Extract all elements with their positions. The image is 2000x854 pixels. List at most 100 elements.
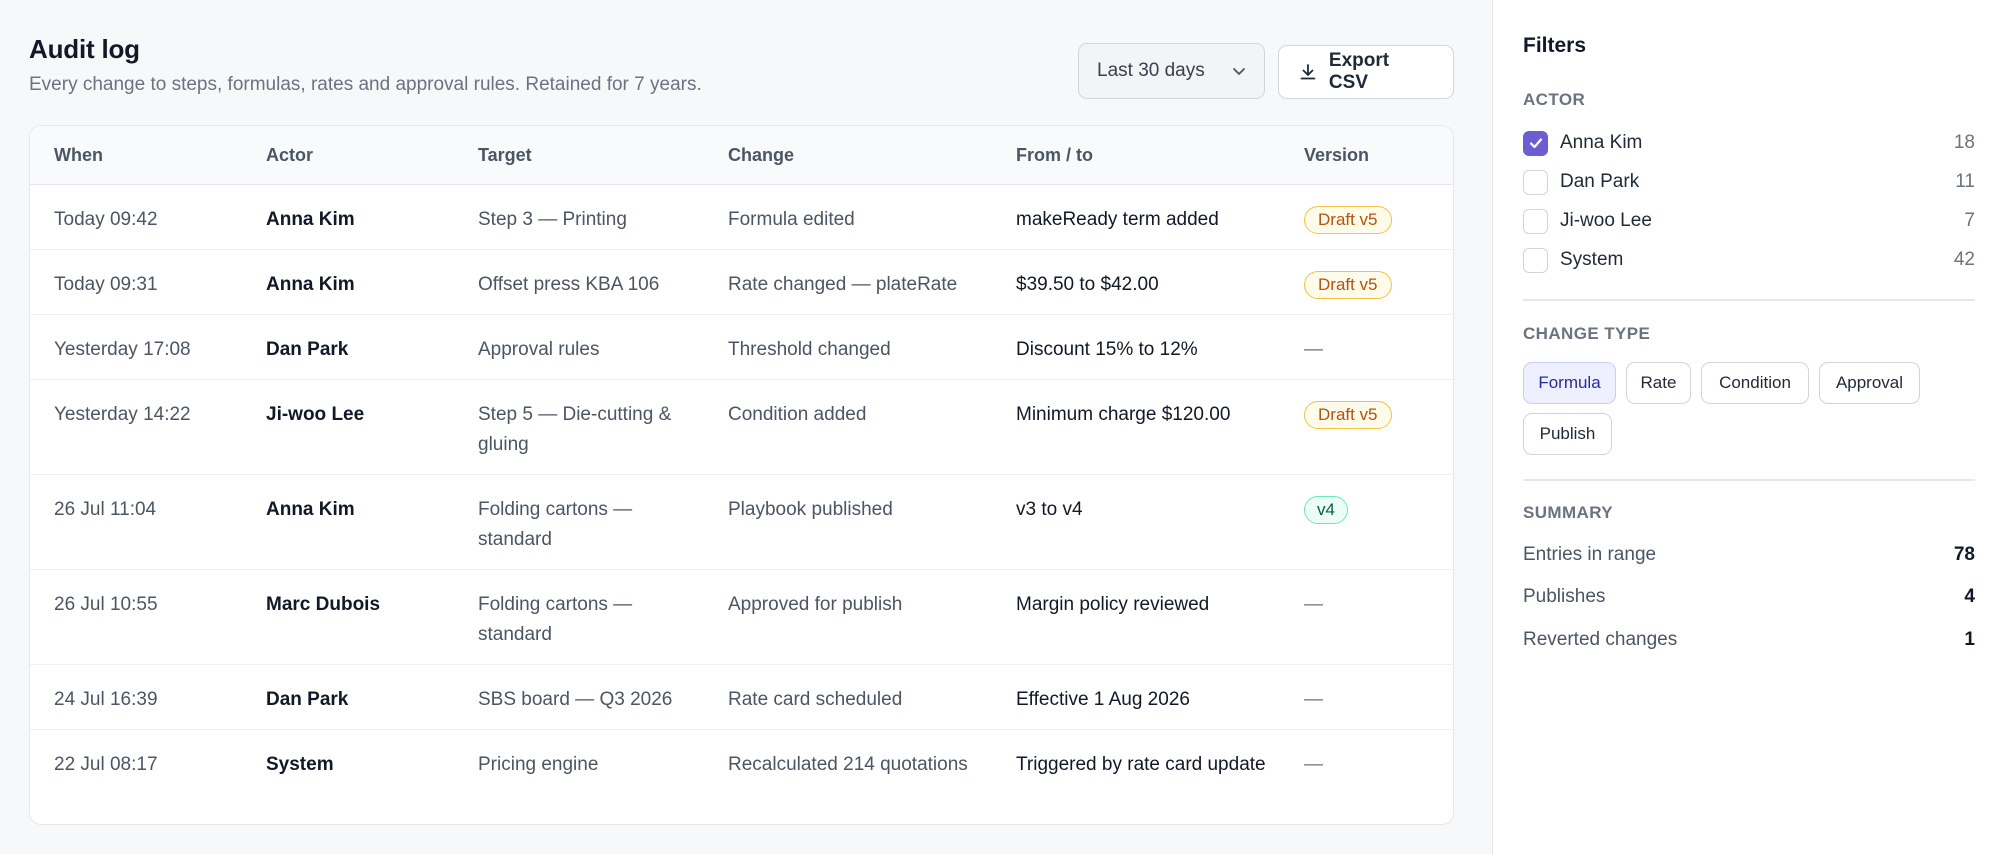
filters-title: Filters	[1523, 34, 1587, 57]
actor-name: Dan Park	[1560, 171, 1640, 192]
actor-name: Anna Kim	[1560, 132, 1643, 153]
draft-version-badge: Draft v5	[1304, 206, 1392, 234]
chip-rate[interactable]: Rate	[1626, 362, 1691, 404]
actor-name: System	[1560, 249, 1624, 270]
cell-version: v4	[1304, 495, 1348, 525]
cell-from-to: Effective 1 Aug 2026	[1016, 689, 1190, 710]
cell-from-to: Discount 15% to 12%	[1016, 339, 1198, 360]
cell-target: Approval rules	[478, 339, 600, 360]
summary-value: 1	[1964, 629, 1975, 650]
summary-label: Publishes	[1523, 586, 1606, 607]
cell-when: Today 09:31	[54, 274, 158, 295]
checkbox[interactable]	[1523, 208, 1548, 234]
actor-count: 11	[1955, 171, 1975, 192]
cell-when: 22 Jul 08:17	[54, 754, 158, 775]
checkbox[interactable]	[1523, 169, 1548, 195]
chip-publish[interactable]: Publish	[1523, 413, 1612, 455]
summary-row: Publishes 4	[1523, 586, 1975, 608]
column-header-actor[interactable]: Actor	[266, 145, 313, 166]
cell-target: Folding cartons — standard	[478, 594, 633, 645]
chip-formula[interactable]: Formula	[1523, 362, 1616, 404]
table-header: When Actor Target Change From / to Versi…	[30, 126, 1453, 185]
cell-target: Step 3 — Printing	[478, 209, 627, 230]
cell-target: Offset press KBA 106	[478, 274, 660, 295]
table-row[interactable]: Yesterday 14:22 Ji-woo Lee Step 5 — Die-cu…	[30, 380, 1453, 475]
audit-table: When Actor Target Change From / to Versi…	[29, 125, 1454, 825]
checkbox[interactable]	[1523, 130, 1548, 156]
chevron-down-icon	[1233, 68, 1245, 75]
column-header-when[interactable]: When	[54, 145, 103, 166]
actor-filter-system[interactable]: System 42	[1523, 245, 1975, 275]
download-icon	[1300, 64, 1316, 80]
empty-version: —	[1304, 754, 1323, 775]
date-range-value: Last 30 days	[1097, 60, 1205, 81]
chip-approval[interactable]: Approval	[1819, 362, 1920, 404]
actor-filter-ji-woo-lee[interactable]: Ji-woo Lee 7	[1523, 206, 1975, 236]
column-header-from-to[interactable]: From / to	[1016, 145, 1093, 166]
date-range-select[interactable]: Last 30 days	[1078, 43, 1265, 99]
cell-target: Step 5 — Die-cutting & gluing	[478, 404, 672, 455]
cell-when: Today 09:42	[54, 209, 158, 230]
cell-version: —	[1304, 335, 1323, 365]
cell-version: —	[1304, 685, 1323, 715]
cell-target: Folding cartons — standard	[478, 499, 633, 550]
actor-name: Ji-woo Lee	[1560, 210, 1652, 231]
cell-target: Pricing engine	[478, 754, 599, 775]
cell-version: Draft v5	[1304, 205, 1392, 235]
cell-actor: Dan Park	[266, 689, 349, 710]
cell-change: Threshold changed	[728, 339, 891, 360]
actor-heading: ACTOR	[1523, 90, 1586, 109]
cell-version: Draft v5	[1304, 270, 1392, 300]
empty-version: —	[1304, 594, 1323, 615]
table-row[interactable]: 22 Jul 08:17 System Pricing engine Recalcul…	[30, 730, 1453, 824]
cell-actor: Anna Kim	[266, 209, 355, 230]
empty-version: —	[1304, 689, 1323, 710]
cell-actor: Anna Kim	[266, 499, 355, 520]
divider	[1523, 299, 1975, 301]
summary-value: 4	[1964, 586, 1975, 607]
cell-target: SBS board — Q3 2026	[478, 689, 673, 710]
cell-actor: Ji-woo Lee	[266, 404, 365, 425]
cell-version: —	[1304, 590, 1323, 620]
cell-when: 26 Jul 10:55	[54, 594, 158, 615]
checkbox[interactable]	[1523, 247, 1548, 273]
summary-row: Entries in range 78	[1523, 544, 1975, 566]
cell-change: Rate card scheduled	[728, 689, 903, 710]
cell-change: Rate changed — plateRate	[728, 274, 958, 295]
cell-from-to: Triggered by rate card update	[1016, 754, 1266, 775]
actor-count: 42	[1953, 249, 1975, 270]
summary-heading: SUMMARY	[1523, 503, 1613, 522]
table-row[interactable]: Today 09:31 Anna Kim Offset press KBA 106 R…	[30, 250, 1453, 315]
filters-sidebar: Filters ACTOR Anna Kim 18 Dan Park 11 Ji-woo…	[1492, 0, 2000, 854]
cell-from-to: Margin policy reviewed	[1016, 594, 1210, 615]
cell-actor: Anna Kim	[266, 274, 355, 295]
actor-filter-anna-kim[interactable]: Anna Kim 18	[1523, 128, 1975, 158]
table-row[interactable]: 26 Jul 11:04 Anna Kim Folding cartons — st…	[30, 475, 1453, 570]
cell-change: Condition added	[728, 404, 867, 425]
export-csv-button[interactable]: Export CSV	[1278, 45, 1454, 99]
published-version-badge: v4	[1304, 496, 1348, 524]
cell-from-to: Minimum charge $120.00	[1016, 404, 1231, 425]
column-header-version[interactable]: Version	[1304, 145, 1369, 166]
cell-when: 26 Jul 11:04	[54, 499, 157, 520]
change-type-heading: CHANGE TYPE	[1523, 324, 1651, 343]
cell-change: Formula edited	[728, 209, 855, 230]
actor-count: 7	[1964, 210, 1975, 231]
table-row[interactable]: 26 Jul 10:55 Marc Dubois Folding cartons —…	[30, 570, 1453, 665]
summary-label: Entries in range	[1523, 544, 1657, 565]
table-row[interactable]: Today 09:42 Anna Kim Step 3 — Printing Form…	[30, 185, 1453, 250]
draft-version-badge: Draft v5	[1304, 401, 1392, 429]
table-row[interactable]: Yesterday 17:08 Dan Park Approval rules Thr…	[30, 315, 1453, 380]
main-panel: Audit log Every change to steps, formula…	[0, 0, 1492, 854]
column-header-target[interactable]: Target	[478, 145, 532, 166]
divider	[1523, 479, 1975, 481]
cell-when: 24 Jul 16:39	[54, 689, 158, 710]
table-row[interactable]: 24 Jul 16:39 Dan Park SBS board — Q3 2026 R…	[30, 665, 1453, 730]
chip-condition[interactable]: Condition	[1701, 362, 1809, 404]
cell-change: Playbook published	[728, 499, 893, 520]
checkmark-icon	[1529, 138, 1542, 149]
export-csv-label: Export CSV	[1328, 50, 1390, 93]
actor-filter-dan-park[interactable]: Dan Park 11	[1523, 167, 1975, 197]
cell-actor: Dan Park	[266, 339, 349, 360]
column-header-change[interactable]: Change	[728, 145, 794, 166]
